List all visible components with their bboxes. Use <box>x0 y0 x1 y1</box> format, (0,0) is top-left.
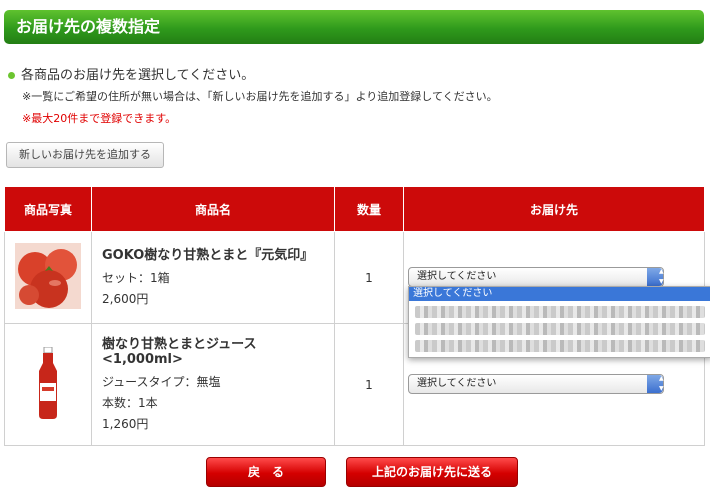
instruction-main: 各商品のお届け先を選択してください。 <box>8 64 254 83</box>
product-photo-cell <box>4 231 92 324</box>
header-photo: 商品写真 <box>4 186 92 232</box>
product-set: セット：1箱 <box>102 271 170 285</box>
add-new-destination-button[interactable]: 新しいお届け先を追加する <box>6 142 164 168</box>
product-quantity: 1 <box>334 323 404 446</box>
destination-dropdown-list[interactable]: 選択してください <box>408 286 710 358</box>
header-quantity: 数量 <box>334 186 404 232</box>
bullet-icon <box>8 72 15 79</box>
product-name: 樹なり甘熟とまとジュース<1,000ml> <box>102 337 257 367</box>
send-to-destinations-button[interactable]: 上記のお届け先に送る <box>346 457 518 487</box>
note-add-address: ※一覧にご希望の住所が無い場合は、「新しいお届け先を追加する」より追加登録してく… <box>22 90 498 103</box>
instruction-text: 各商品のお届け先を選択してください。 <box>21 68 255 83</box>
juice-bottle-image <box>39 346 57 419</box>
dropdown-option-selected[interactable]: 選択してください <box>409 287 710 301</box>
product-photo-cell <box>4 323 92 446</box>
select-arrows-icon <box>647 370 664 398</box>
product-type: ジュースタイプ：無塩 <box>102 375 221 389</box>
product-price: 1,260円 <box>102 417 149 431</box>
product-info-cell: 樹なり甘熟とまとジュース<1,000ml> ジュースタイプ：無塩 本数：1本 1… <box>91 323 335 446</box>
product-quantity: 1 <box>334 231 404 324</box>
page-title: お届け先の複数指定 <box>4 10 704 44</box>
note-max-entries: ※最大20件まで登録できます。 <box>22 112 177 125</box>
back-button[interactable]: 戻 る <box>206 457 326 487</box>
dropdown-option-blurred[interactable] <box>415 306 705 318</box>
tomato-image <box>15 243 81 309</box>
product-count: 本数：1本 <box>102 396 158 410</box>
destination-select[interactable]: 選択してください <box>408 263 664 291</box>
select-arrows-icon <box>647 263 664 291</box>
dropdown-option-blurred[interactable] <box>415 323 705 335</box>
select-value: 選択してください <box>417 378 497 389</box>
header-product-name: 商品名 <box>91 186 335 232</box>
select-value: 選択してください <box>417 271 497 282</box>
destination-select[interactable]: 選択してください <box>408 370 664 398</box>
table-header-row: 商品写真 商品名 数量 お届け先 <box>4 186 705 232</box>
header-destination: お届け先 <box>403 186 705 232</box>
dropdown-option-blurred[interactable] <box>415 340 705 352</box>
product-info-cell: GOKO樹なり甘熟とまと『元気印』 セット：1箱 2,600円 <box>91 231 335 324</box>
product-price: 2,600円 <box>102 292 149 306</box>
product-name: GOKO樹なり甘熟とまと『元気印』 <box>102 248 314 263</box>
